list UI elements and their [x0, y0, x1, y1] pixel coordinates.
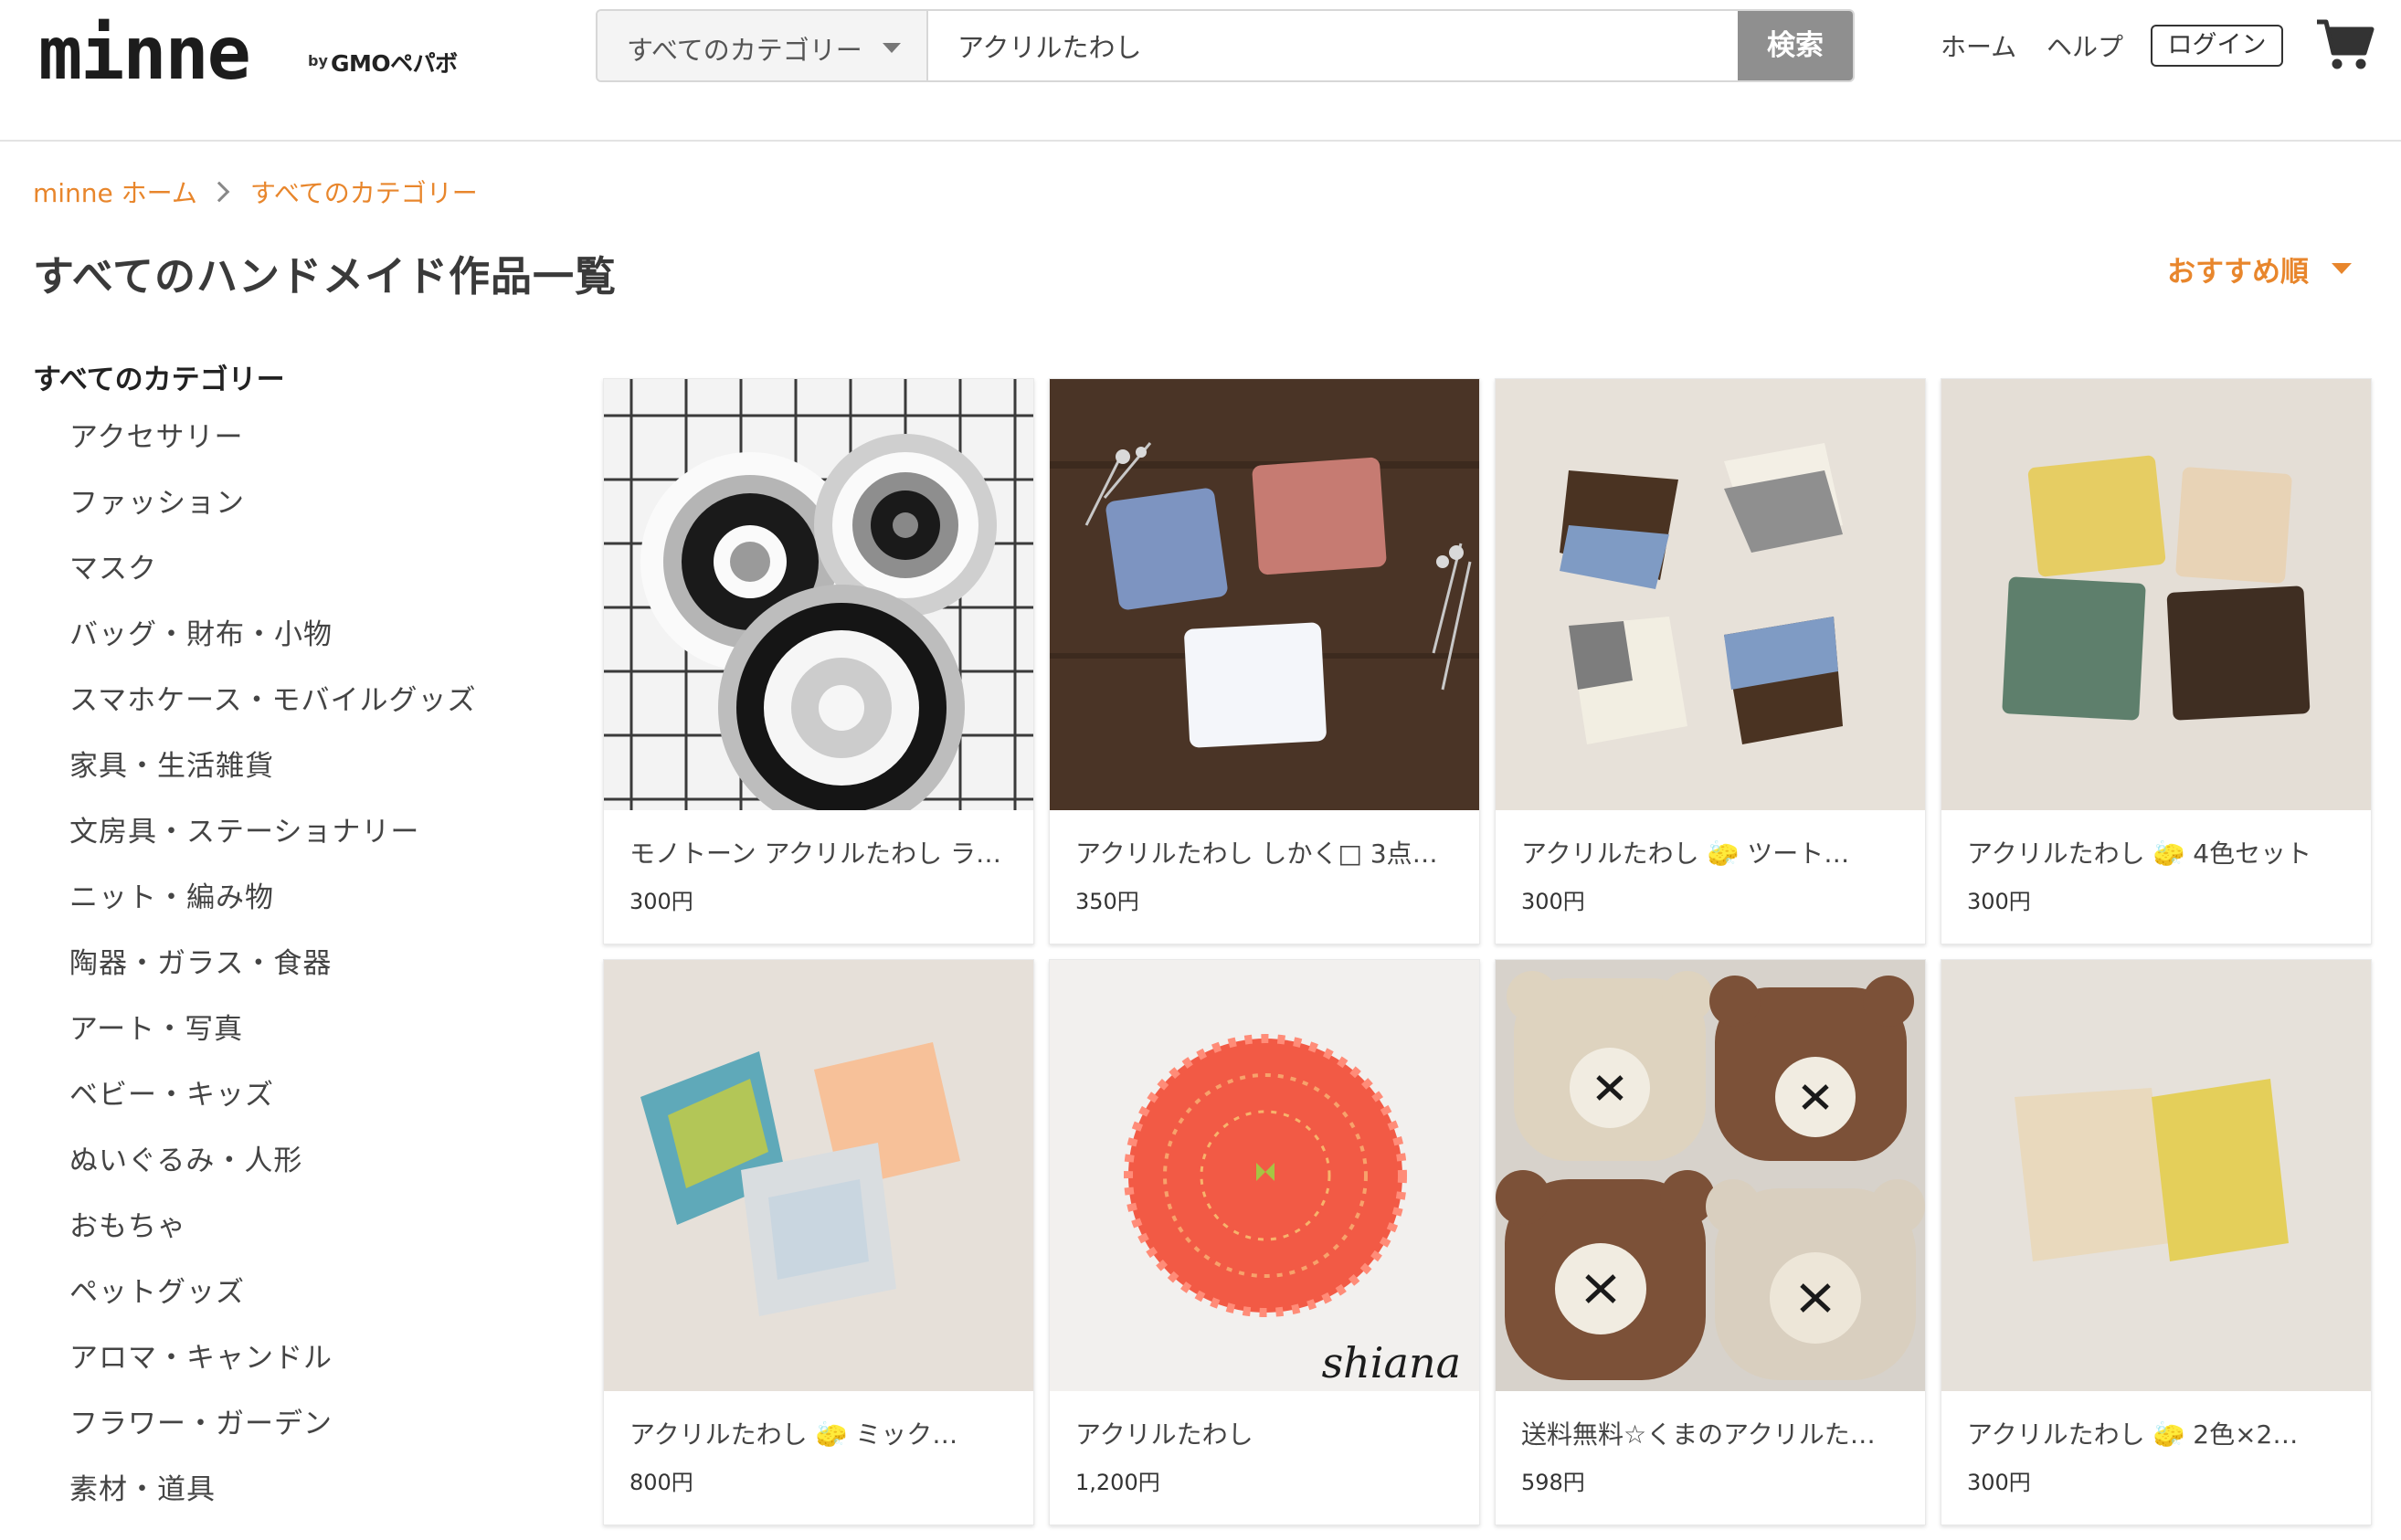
breadcrumb-category-link[interactable]: すべてのカテゴリー [250, 174, 478, 210]
product-image-square-scrubbers[interactable] [1050, 379, 1479, 810]
chevron-right-icon [208, 181, 230, 203]
logo-by-text: by [308, 52, 328, 69]
sidebar-item-toys[interactable]: おもちゃ [33, 1201, 545, 1267]
sidebar-item-fashion[interactable]: ファッション [33, 478, 545, 543]
product-image-two-tone-scrubbers[interactable] [1496, 379, 1925, 810]
product-image-monotone-scrubbers[interactable] [604, 379, 1033, 810]
sidebar-item-art[interactable]: アート・写真 [33, 1004, 545, 1070]
product-title[interactable]: アクリルたわし 🧽 ミック… [629, 1415, 1013, 1451]
product-price: 300円 [1521, 889, 1585, 914]
sidebar-item-materials[interactable]: 素材・道具 [33, 1464, 545, 1530]
product-price: 1,200円 [1075, 1470, 1160, 1495]
sort-chevron-down-icon[interactable] [2332, 263, 2352, 274]
breadcrumb-home-link[interactable]: minne ホーム [33, 174, 197, 210]
product-card[interactable]: アクリルたわし 🧽 ツート… 300円 [1495, 378, 1926, 944]
product-card[interactable]: モノトーン アクリルたわし ラ… 300円 [603, 378, 1034, 944]
product-price: 598円 [1521, 1470, 1585, 1495]
product-title[interactable]: アクリルたわし [1075, 1415, 1459, 1451]
product-card[interactable]: アクリルたわし 🧽 ミック… 800円 [603, 959, 1034, 1525]
search-button[interactable]: 検索 [1738, 11, 1853, 80]
product-title[interactable]: アクリルたわし 🧽 4色セット [1967, 834, 2351, 870]
product-image-watermark: shiana [1321, 1338, 1461, 1387]
sidebar-heading[interactable]: すべてのカテゴリー [33, 356, 545, 397]
product-price: 300円 [1967, 1470, 2031, 1495]
product-image-bear-scrubbers[interactable] [1496, 960, 1925, 1391]
product-image-two-color-scrubbers[interactable] [1941, 960, 2371, 1391]
product-price: 300円 [629, 889, 693, 914]
search-input[interactable] [928, 11, 1714, 80]
product-card[interactable]: アクリルたわし 🧽 4色セット 300円 [1941, 378, 2372, 944]
product-title[interactable]: アクリルたわし 🧽 2色×2… [1967, 1415, 2351, 1451]
search-bar: すべてのカテゴリー 検索 [596, 9, 1855, 82]
site-header: minne by GMOペパボ すべてのカテゴリー 検索 ホーム ヘルプ ログイ… [0, 0, 2401, 142]
sidebar-item-flower[interactable]: フラワー・ガーデン [33, 1398, 545, 1464]
sidebar-item-stationery[interactable]: 文房具・ステーショナリー [33, 807, 545, 872]
product-title[interactable]: 送料無料☆くまのアクリルた… [1521, 1415, 1905, 1451]
sidebar-item-baby[interactable]: ベビー・キッズ [33, 1070, 545, 1135]
category-select[interactable]: すべてのカテゴリー [598, 11, 928, 80]
chevron-down-icon [883, 43, 901, 53]
sidebar-item-dolls[interactable]: ぬいぐるみ・人形 [33, 1135, 545, 1201]
sidebar-item-knitting[interactable]: ニット・編み物 [33, 872, 545, 938]
product-image-red-frill-scrubber[interactable]: shiana [1050, 960, 1479, 1391]
nav-help-link[interactable]: ヘルプ [2047, 27, 2123, 64]
gmo-pepabo-logo[interactable]: GMOペパボ [331, 46, 458, 79]
category-select-label: すべてのカテゴリー [627, 35, 862, 66]
sidebar-item-furniture[interactable]: 家具・生活雑貨 [33, 741, 545, 807]
login-button[interactable]: ログイン [2151, 25, 2283, 67]
category-sidebar: すべてのカテゴリー アクセサリー ファッション マスク バッグ・財布・小物 スマ… [33, 356, 545, 1530]
product-price: 800円 [629, 1470, 693, 1495]
sidebar-item-phone-cases[interactable]: スマホケース・モバイルグッズ [33, 675, 545, 741]
cart-icon[interactable] [2315, 16, 2375, 73]
product-price: 300円 [1967, 889, 2031, 914]
product-card[interactable]: アクリルたわし しかく□ 3点… 350円 [1049, 378, 1480, 944]
sidebar-item-pets[interactable]: ペットグッズ [33, 1267, 545, 1333]
nav-home-link[interactable]: ホーム [1941, 27, 2016, 64]
product-title[interactable]: モノトーン アクリルたわし ラ… [629, 834, 1013, 870]
sort-dropdown[interactable]: おすすめ順 [2167, 248, 2309, 290]
sidebar-item-aroma[interactable]: アロマ・キャンドル [33, 1333, 545, 1398]
sidebar-item-bags[interactable]: バッグ・財布・小物 [33, 609, 545, 675]
product-card[interactable]: アクリルたわし 🧽 2色×2… 300円 [1941, 959, 2372, 1525]
minne-logo[interactable]: minne [38, 11, 251, 96]
sidebar-item-accessories[interactable]: アクセサリー [33, 412, 545, 478]
sidebar-item-ceramics[interactable]: 陶器・ガラス・食器 [33, 938, 545, 1004]
breadcrumb: minne ホーム すべてのカテゴリー [33, 174, 478, 210]
product-image-four-color-scrubbers[interactable] [1941, 379, 2371, 810]
product-image-mixed-color-scrubbers[interactable] [604, 960, 1033, 1391]
product-price: 350円 [1075, 889, 1139, 914]
sidebar-item-mask[interactable]: マスク [33, 543, 545, 609]
product-card[interactable]: shiana アクリルたわし 1,200円 [1049, 959, 1480, 1525]
product-card[interactable]: 送料無料☆くまのアクリルた… 598円 [1495, 959, 1926, 1525]
product-title[interactable]: アクリルたわし 🧽 ツート… [1521, 834, 1905, 870]
product-title[interactable]: アクリルたわし しかく□ 3点… [1075, 834, 1459, 870]
page-title: すべてのハンドメイド作品一覧 [33, 252, 618, 301]
